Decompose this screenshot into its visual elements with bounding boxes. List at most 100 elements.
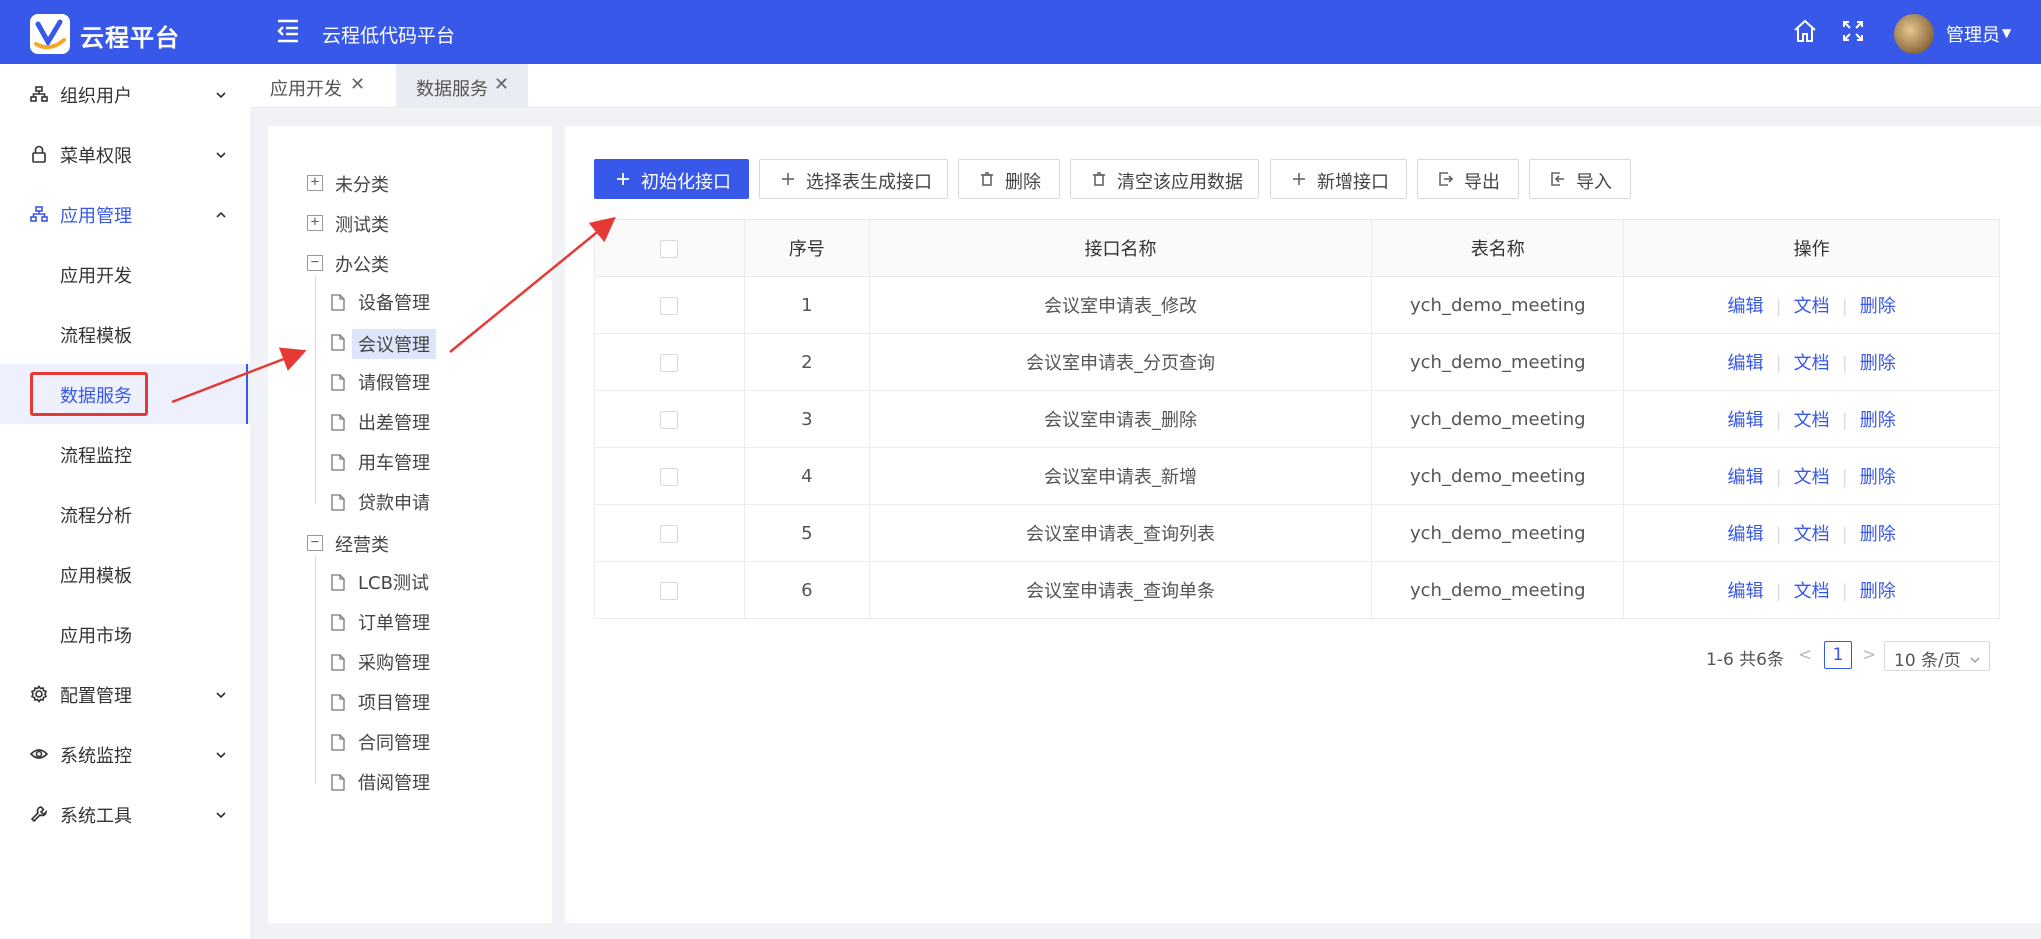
doc-link[interactable]: 文档: [1794, 467, 1830, 488]
home-icon[interactable]: [1792, 18, 1818, 44]
row-checkbox[interactable]: [660, 410, 679, 429]
sidebar-item-flow-monitor[interactable]: 流程监控: [0, 424, 250, 484]
delete-link[interactable]: 删除: [1860, 524, 1896, 545]
sidebar-item-system-monitor[interactable]: 系统监控: [0, 724, 250, 784]
org-icon: [30, 85, 48, 103]
expand-icon[interactable]: +: [307, 215, 323, 231]
close-icon[interactable]: ✕: [350, 74, 365, 95]
expand-icon[interactable]: +: [307, 175, 323, 191]
edit-link[interactable]: 编辑: [1728, 353, 1764, 374]
tab-data-service[interactable]: 数据服务 ✕: [396, 64, 528, 108]
page-1-button[interactable]: 1: [1824, 641, 1852, 669]
delete-link[interactable]: 删除: [1860, 410, 1896, 431]
sidebar-item-app-template[interactable]: 应用模板: [0, 544, 250, 604]
user-name[interactable]: 管理员: [1946, 21, 2000, 47]
row-interface-name: 会议室申请表_修改: [868, 276, 1373, 334]
menu-fold-icon[interactable]: [274, 16, 302, 44]
edit-link[interactable]: 编辑: [1728, 581, 1764, 602]
close-icon[interactable]: ✕: [494, 74, 509, 95]
plus-icon: [780, 171, 796, 187]
doc-link[interactable]: 文档: [1794, 353, 1830, 374]
delete-link[interactable]: 删除: [1860, 296, 1896, 317]
export-button[interactable]: 导出: [1417, 159, 1519, 199]
sidebar-item-system-tools[interactable]: 系统工具: [0, 784, 250, 844]
doc-link[interactable]: 文档: [1794, 296, 1830, 317]
sidebar-item-label: 应用管理: [60, 206, 132, 227]
doc-link[interactable]: 文档: [1794, 581, 1830, 602]
tab-app-dev[interactable]: 应用开发 ✕: [250, 64, 394, 108]
row-checkbox[interactable]: [660, 581, 679, 600]
sidebar-item-label: 流程监控: [60, 446, 132, 467]
select-all-cell: [594, 219, 745, 277]
sidebar-item-menu-permissions[interactable]: 菜单权限: [0, 124, 250, 184]
button-label: 导入: [1576, 172, 1612, 193]
row-select-cell: [594, 390, 745, 448]
select-all-checkbox[interactable]: [660, 239, 679, 258]
file-icon: [331, 654, 345, 671]
next-page-icon[interactable]: >: [1862, 645, 1876, 665]
op-separator: |: [1841, 581, 1848, 602]
row-index: 2: [743, 333, 870, 391]
delete-link[interactable]: 删除: [1860, 353, 1896, 374]
col-header-ops: 操作: [1623, 219, 2000, 277]
edit-link[interactable]: 编辑: [1728, 524, 1764, 545]
row-checkbox[interactable]: [660, 467, 679, 486]
file-icon: [331, 494, 345, 511]
sidebar-item-app-management[interactable]: 应用管理: [0, 184, 250, 244]
sidebar-item-org-users[interactable]: 组织用户: [0, 64, 250, 124]
col-header-name: 接口名称: [868, 219, 1373, 277]
avatar[interactable]: [1894, 14, 1934, 54]
collapse-icon[interactable]: −: [307, 535, 323, 551]
doc-link[interactable]: 文档: [1794, 524, 1830, 545]
page-size-select[interactable]: 10 条/页: [1884, 641, 1990, 671]
sidebar-item-label: 应用市场: [60, 626, 132, 647]
tree-category-label: 未分类: [335, 175, 389, 196]
edit-link[interactable]: 编辑: [1728, 410, 1764, 431]
import-button[interactable]: 导入: [1529, 159, 1631, 199]
delete-button[interactable]: 删除: [958, 159, 1060, 199]
caret-down-icon[interactable]: ▼: [2002, 26, 2011, 40]
sidebar-item-app-dev[interactable]: 应用开发: [0, 244, 250, 304]
plus-icon: [1291, 171, 1307, 187]
file-icon: [331, 334, 345, 351]
row-index: 5: [743, 504, 870, 562]
eye-icon: [29, 745, 49, 763]
table-row: 3 会议室申请表_删除 ych_demo_meeting 编辑 | 文档 | 删除: [594, 390, 2000, 448]
fullscreen-icon[interactable]: [1840, 18, 1866, 44]
tree-leaf-label: LCB测试: [358, 573, 429, 594]
sidebar-item-label: 配置管理: [60, 686, 132, 707]
table-row: 6 会议室申请表_查询单条 ych_demo_meeting 编辑 | 文档 | 删除: [594, 561, 2000, 619]
clear-app-data-button[interactable]: 清空该应用数据: [1070, 159, 1259, 199]
sidebar-item-flow-template[interactable]: 流程模板: [0, 304, 250, 364]
row-ops: 编辑 | 文档 | 删除: [1623, 447, 2000, 505]
delete-link[interactable]: 删除: [1860, 467, 1896, 488]
add-interface-button[interactable]: 新增接口: [1270, 159, 1407, 199]
row-table-name: ych_demo_meeting: [1371, 333, 1625, 391]
edit-link[interactable]: 编辑: [1728, 296, 1764, 317]
row-interface-name: 会议室申请表_查询列表: [868, 504, 1373, 562]
file-icon: [331, 414, 345, 431]
row-checkbox[interactable]: [660, 353, 679, 372]
row-checkbox[interactable]: [660, 296, 679, 315]
doc-link[interactable]: 文档: [1794, 410, 1830, 431]
edit-link[interactable]: 编辑: [1728, 467, 1764, 488]
sidebar-item-data-service[interactable]: 数据服务: [0, 364, 250, 424]
tree-leaf-label: 借阅管理: [358, 773, 430, 794]
row-ops: 编辑 | 文档 | 删除: [1623, 333, 2000, 391]
file-icon: [331, 574, 345, 591]
app-title: 云程平台: [80, 24, 180, 52]
op-separator: |: [1841, 467, 1848, 488]
sidebar-item-config-management[interactable]: 配置管理: [0, 664, 250, 724]
collapse-icon[interactable]: −: [307, 255, 323, 271]
delete-link[interactable]: 删除: [1860, 581, 1896, 602]
init-interface-button[interactable]: 初始化接口: [594, 159, 749, 199]
sidebar-item-app-market[interactable]: 应用市场: [0, 604, 250, 664]
row-checkbox[interactable]: [660, 524, 679, 543]
tree-connector: [315, 275, 316, 503]
platform-title: 云程低代码平台: [322, 25, 456, 47]
tree-leaf-label: 会议管理: [352, 329, 436, 359]
select-table-generate-button[interactable]: 选择表生成接口: [759, 159, 948, 199]
sidebar-item-flow-analysis[interactable]: 流程分析: [0, 484, 250, 544]
prev-page-icon[interactable]: <: [1798, 645, 1812, 665]
sidebar-item-label: 流程分析: [60, 506, 132, 527]
